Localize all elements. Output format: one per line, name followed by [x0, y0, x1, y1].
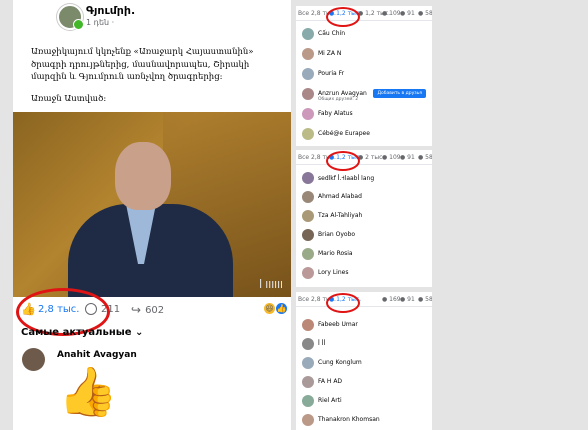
- avatar[interactable]: [302, 108, 314, 120]
- user-name[interactable]: Fabeeb Umar: [318, 321, 358, 328]
- reaction-list-panel: Все 2,8 тыс. ● 1,2 тыс. ● 169 ● 91 ● 58 Fabee…: [296, 292, 432, 430]
- list-item[interactable]: Riel Arti: [296, 393, 432, 411]
- share-arrow-icon: ↪: [131, 303, 142, 317]
- reaction-tabs: Все 2,8 тыс. ● 1,2 тыс. ● 2 тыс. ● 109 ● 91 ●…: [296, 150, 432, 165]
- tab-sad[interactable]: ● 91: [400, 154, 415, 161]
- list-item[interactable]: Anzrun Avagyan Общих друзей: 2 Добавить в …: [296, 86, 432, 104]
- red-annotation-circle: [326, 151, 360, 171]
- user-name[interactable]: Tza Al-Tahliyah: [318, 212, 362, 219]
- add-friend-button[interactable]: Добавить в друзья: [373, 89, 426, 98]
- shares-label: 602: [145, 304, 165, 316]
- comment-sort-dropdown[interactable]: Самые актуальные ⌄: [21, 327, 143, 338]
- tab-angry[interactable]: ● 58: [418, 10, 432, 17]
- avatar[interactable]: [302, 414, 314, 426]
- author-avatar[interactable]: [57, 4, 84, 30]
- user-name[interactable]: Brian Oyobo: [318, 231, 355, 238]
- post-header: Գյումրի. 1 դեն ·: [13, 0, 291, 30]
- chevron-down-icon: ⌄: [135, 327, 144, 338]
- avatar[interactable]: [302, 357, 314, 369]
- avatar[interactable]: [302, 172, 314, 184]
- post-text: Առաջիկայում կկոչենք «Առաջարկ Հայաստանին»…: [13, 30, 291, 105]
- reaction-tabs: Все 2,8 тыс. ● 1,2 тыс. ● 1,2 тыс. ● 109 ● 9…: [296, 6, 432, 21]
- sort-label: Самые актуальные: [21, 327, 132, 338]
- reaction-list-panel: Все 2,8 тыс. ● 1,2 тыс. ● 2 тыс. ● 109 ● 91 ●…: [296, 150, 432, 287]
- avatar[interactable]: [302, 191, 314, 203]
- avatar[interactable]: [302, 319, 314, 331]
- user-name[interactable]: Cung Konglum: [318, 359, 362, 366]
- user-name[interactable]: Faby Alatus: [318, 110, 353, 117]
- reaction-list-panel: Все 2,8 тыс. ● 1,2 тыс. ● 1,2 тыс. ● 109 ● 9…: [296, 6, 432, 146]
- list-item[interactable]: Fabeeb Umar: [296, 317, 432, 335]
- reaction-tabs: Все 2,8 тыс. ● 1,2 тыс. ● 169 ● 91 ● 58: [296, 292, 432, 307]
- avatar[interactable]: [302, 210, 314, 222]
- user-name[interactable]: FA H AD: [318, 378, 342, 385]
- tab-sad[interactable]: ● 91: [400, 10, 415, 17]
- avatar[interactable]: [302, 68, 314, 80]
- red-annotation-circle: [326, 293, 360, 313]
- user-name[interactable]: Mario Rosia: [318, 250, 353, 257]
- list-item[interactable]: sedlkf ꟾ.Ꟶlaabꟾ lang: [296, 170, 432, 188]
- list-item[interactable]: Brian Oyobo: [296, 227, 432, 245]
- list-item[interactable]: Cébé@e Eurapee: [296, 126, 432, 144]
- tab-wow[interactable]: ● 109: [382, 154, 401, 161]
- list-item[interactable]: Cung Konglum: [296, 355, 432, 373]
- avatar[interactable]: [302, 28, 314, 40]
- post-photo[interactable]: ꟾ IIIIII: [13, 112, 291, 297]
- list-item[interactable]: Tza Al-Tahliyah: [296, 208, 432, 226]
- shares-count[interactable]: ↪ 602: [131, 303, 164, 317]
- user-name[interactable]: Cấu Chín: [318, 30, 345, 37]
- user-name[interactable]: Anzrun Avagyan: [318, 90, 367, 97]
- user-name[interactable]: Ahmad Alabad: [318, 193, 362, 200]
- avatar[interactable]: [302, 248, 314, 260]
- avatar[interactable]: [302, 88, 314, 100]
- photo-person-head: [115, 142, 171, 210]
- avatar[interactable]: [302, 395, 314, 407]
- avatar[interactable]: [302, 48, 314, 60]
- list-item[interactable]: Lory Lines: [296, 265, 432, 283]
- list-item[interactable]: Pouria Fr: [296, 66, 432, 84]
- tab-sad[interactable]: ● 91: [400, 296, 415, 303]
- haha-emoji-icon: 😆: [264, 303, 275, 314]
- avatar[interactable]: [302, 229, 314, 241]
- list-item[interactable]: Mi ZA N: [296, 46, 432, 64]
- tab-wow[interactable]: ● 109: [382, 10, 401, 17]
- list-item[interactable]: Ahmad Alabad: [296, 189, 432, 207]
- user-name[interactable]: Cébé@e Eurapee: [318, 130, 370, 137]
- avatar[interactable]: [302, 128, 314, 140]
- tab-love[interactable]: ● 2 тыс.: [358, 154, 384, 161]
- thumbs-up-sticker: 👍: [58, 364, 118, 420]
- avatar[interactable]: [302, 267, 314, 279]
- list-item[interactable]: Cấu Chín: [296, 26, 432, 44]
- post-paragraph: Առաջիկայում կկոչենք «Առաջարկ Հայաստանին»…: [31, 47, 254, 82]
- user-name[interactable]: sedlkf ꟾ.Ꟶlaabꟾ lang: [318, 174, 374, 182]
- list-item[interactable]: Mario Rosia: [296, 246, 432, 264]
- user-name[interactable]: Riel Arti: [318, 397, 342, 404]
- user-name[interactable]: Thanakron Khomsan: [318, 416, 380, 423]
- red-annotation-circle: [326, 7, 360, 27]
- list-item[interactable]: FA H AD: [296, 374, 432, 392]
- tab-angry[interactable]: ● 58: [418, 296, 432, 303]
- list-item[interactable]: Faby Alatus: [296, 106, 432, 124]
- photo-watermark: ꟾ IIIIII: [259, 280, 283, 291]
- user-name[interactable]: Pouria Fr: [318, 70, 344, 77]
- post-author[interactable]: Գյումրի.: [86, 4, 135, 17]
- mutual-friends: Общих друзей: 2: [318, 97, 359, 102]
- like-emoji-icon: 👍: [276, 303, 287, 314]
- list-item[interactable]: Thanakron Khomsan: [296, 412, 432, 430]
- tab-wow[interactable]: ● 169: [382, 296, 401, 303]
- post-time[interactable]: 1 դեն ·: [86, 18, 114, 27]
- online-dot-icon: [73, 19, 84, 30]
- post-paragraph: Առաջն Աստված:: [31, 93, 107, 104]
- avatar[interactable]: [302, 338, 314, 350]
- user-name[interactable]: ꟾ ꟾꟾ: [318, 340, 325, 347]
- reaction-emojis[interactable]: 😆 👍: [264, 303, 287, 314]
- user-name[interactable]: Mi ZA N: [318, 50, 341, 57]
- comment-avatar[interactable]: [22, 348, 45, 371]
- user-name[interactable]: Lory Lines: [318, 269, 348, 276]
- comment-author[interactable]: Anahit Avagyan: [57, 350, 137, 360]
- list-item[interactable]: ꟾ ꟾꟾ: [296, 336, 432, 354]
- tab-angry[interactable]: ● 58: [418, 154, 432, 161]
- avatar[interactable]: [302, 376, 314, 388]
- facebook-post: Գյումրի. 1 դեն · Առաջիկայում կկոչենք «Առ…: [13, 0, 291, 430]
